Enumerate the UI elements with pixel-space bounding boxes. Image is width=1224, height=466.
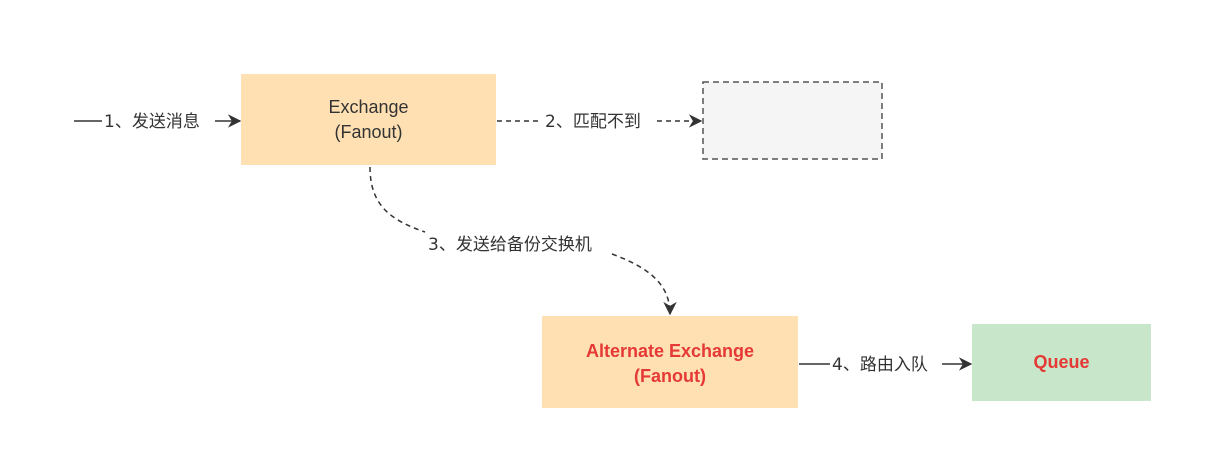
edge-to-alternate-label: 3、发送给备份交换机: [428, 235, 592, 255]
alternate-exchange-node: Alternate Exchange (Fanout): [542, 316, 798, 408]
unmatched-box: [702, 81, 883, 160]
queue-label: Queue: [1033, 352, 1089, 372]
edge-no-match: 2、匹配不到: [497, 112, 703, 132]
exchange-node: Exchange (Fanout): [241, 74, 496, 165]
exchange-box: [241, 74, 496, 165]
edge-to-alternate-curve-bottom: [611, 253, 677, 316]
edge-to-alternate: 3、发送给备份交换机: [369, 166, 677, 316]
edge-send-message: 1、发送消息: [74, 112, 242, 132]
edge-no-match-label: 2、匹配不到: [545, 112, 641, 132]
edge-to-alternate-curve-top: [369, 166, 426, 233]
unmatched-node: [702, 81, 883, 160]
alternate-exchange-title: Alternate Exchange: [586, 341, 754, 361]
edge-route-to-queue-label: 4、路由入队: [832, 355, 928, 375]
edge-route-to-queue: 4、路由入队: [799, 355, 973, 375]
alternate-exchange-box: [542, 316, 798, 408]
exchange-flow-diagram: 1、发送消息 2、匹配不到 3、发送给备份交换机 4、路由入队 Exchange…: [74, 74, 1151, 408]
exchange-type: (Fanout): [334, 122, 402, 142]
exchange-title: Exchange: [328, 97, 408, 117]
edge-send-message-label: 1、发送消息: [104, 112, 200, 132]
queue-node: Queue: [972, 324, 1151, 401]
alternate-exchange-type: (Fanout): [634, 366, 706, 386]
